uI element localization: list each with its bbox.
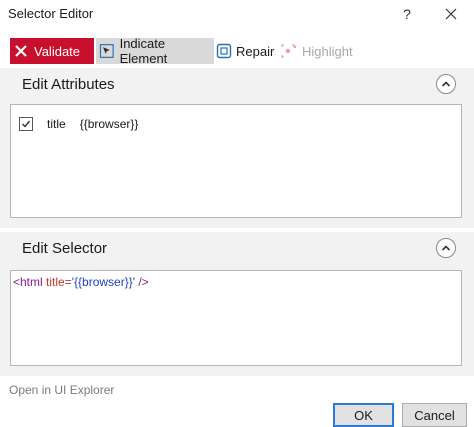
selector-tag-close: />	[135, 275, 149, 289]
selector-tag-open: <html	[13, 275, 43, 289]
chevron-up-icon	[441, 245, 451, 251]
help-button[interactable]: ?	[397, 3, 417, 25]
repair-label: Repair	[236, 43, 275, 59]
edit-attributes-title: Edit Attributes	[22, 76, 115, 93]
x-icon	[15, 45, 27, 57]
highlight-label: Highlight	[302, 43, 353, 59]
edit-selector-section: Edit Selector <html title='{{browser}}' …	[0, 232, 474, 376]
selector-text: <html title='{{browser}}' />	[13, 275, 149, 289]
collapse-attributes-button[interactable]	[436, 74, 456, 94]
validate-label: Validate	[34, 43, 81, 59]
title-bar: Selector Editor ?	[0, 0, 474, 30]
indicate-cursor-icon	[99, 44, 114, 58]
edit-attributes-section: Edit Attributes title {{browser}}	[0, 68, 474, 228]
attributes-panel: title {{browser}}	[10, 104, 462, 218]
collapse-selector-button[interactable]	[436, 238, 456, 258]
attribute-row: title {{browser}}	[19, 115, 138, 133]
toolbar: Validate Indicate Element Repair Highlig…	[8, 36, 468, 66]
selector-attr-value: '{{browser}}'	[71, 275, 136, 289]
indicate-element-label: Indicate Element	[119, 36, 168, 66]
validate-button[interactable]: Validate	[10, 38, 94, 64]
repair-icon	[216, 43, 232, 59]
close-icon	[445, 8, 457, 20]
attribute-checkbox[interactable]	[19, 117, 33, 131]
open-in-ui-explorer-link[interactable]: Open in UI Explorer	[9, 383, 114, 397]
attribute-value[interactable]: {{browser}}	[80, 117, 139, 131]
highlight-icon	[281, 44, 297, 58]
checkmark-icon	[22, 120, 31, 128]
window-title: Selector Editor	[8, 6, 94, 21]
edit-selector-title: Edit Selector	[22, 240, 108, 257]
attribute-name: title	[47, 117, 66, 131]
indicate-element-button[interactable]: Indicate Element	[96, 36, 214, 66]
repair-button[interactable]: Repair	[216, 38, 276, 64]
ok-button[interactable]: OK	[333, 403, 394, 427]
close-button[interactable]	[440, 3, 462, 25]
highlight-button[interactable]: Highlight	[280, 38, 360, 64]
chevron-up-icon	[441, 81, 451, 87]
selector-attr-name: title=	[46, 275, 72, 289]
cancel-button[interactable]: Cancel	[402, 403, 467, 427]
selector-editor-textarea[interactable]: <html title='{{browser}}' />	[10, 270, 462, 366]
